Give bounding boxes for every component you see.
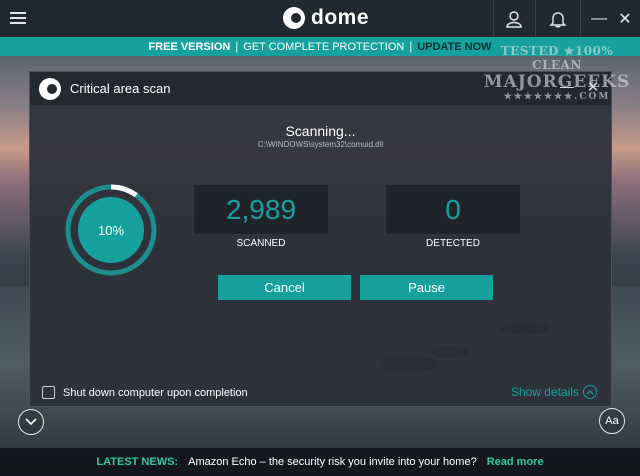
dialog-title: Critical area scan — [70, 81, 171, 96]
watermark-line: MAJORGEEKS — [483, 72, 631, 92]
complete-protection-link[interactable]: GET COMPLETE PROTECTION — [243, 41, 404, 53]
scan-path: C:\WINDOWS\system32\comuid.dll — [257, 140, 384, 149]
cancel-button[interactable]: Cancel — [218, 275, 351, 300]
close-button[interactable]: ✕ — [612, 0, 638, 37]
shutdown-option[interactable]: Shut down computer upon completion — [42, 386, 248, 399]
shutdown-label: Shut down computer upon completion — [63, 386, 248, 399]
news-ticker: LATEST NEWS: Amazon Echo – the security … — [0, 448, 640, 476]
user-icon[interactable] — [494, 0, 534, 37]
font-size-button[interactable]: Aa — [599, 408, 625, 434]
chevron-up-icon — [583, 385, 597, 399]
minimize-button[interactable]: — — [586, 0, 612, 37]
free-version-label: FREE VERSION — [148, 40, 231, 53]
news-headline[interactable]: Amazon Echo – the security risk you invi… — [188, 456, 477, 468]
scanned-label: SCANNED — [236, 238, 286, 249]
read-more-link[interactable]: Read more — [487, 456, 544, 468]
scanned-count: 2,989 — [194, 185, 328, 234]
top-bar: dome — ✕ — [0, 0, 640, 37]
divider — [580, 0, 581, 37]
detected-count: 0 — [386, 185, 520, 234]
news-tag: LATEST NEWS: — [96, 456, 179, 468]
app-name: dome — [311, 6, 370, 29]
majorgeeks-watermark: TESTED ★100% CLEAN MAJORGEEKS ★★★★★★★.CO… — [476, 42, 638, 120]
scan-dialog: Critical area scan — ✕ Scanning... C:\WI… — [29, 71, 612, 407]
scan-status: Scanning... — [285, 123, 356, 139]
app-logo: dome — [283, 6, 369, 30]
separator: | — [235, 40, 239, 53]
shutdown-checkbox[interactable] — [42, 386, 55, 399]
detected-label: DETECTED — [426, 238, 480, 249]
watermark-line: ★★★★★★★.COM — [503, 92, 611, 102]
progress-percent: 10% — [97, 222, 125, 238]
show-details-link[interactable]: Show details — [511, 385, 597, 399]
separator: | — [409, 40, 413, 53]
bell-icon[interactable] — [538, 0, 578, 37]
hamburger-menu-icon[interactable] — [8, 9, 28, 27]
show-details-label: Show details — [510, 385, 579, 399]
pause-button[interactable]: Pause — [360, 275, 493, 300]
dome-logo-icon — [39, 78, 61, 100]
chevron-down-icon[interactable] — [18, 409, 44, 435]
dome-logo-icon — [283, 7, 305, 29]
divider — [535, 0, 536, 37]
watermark-line: TESTED ★100% CLEAN — [500, 44, 614, 72]
